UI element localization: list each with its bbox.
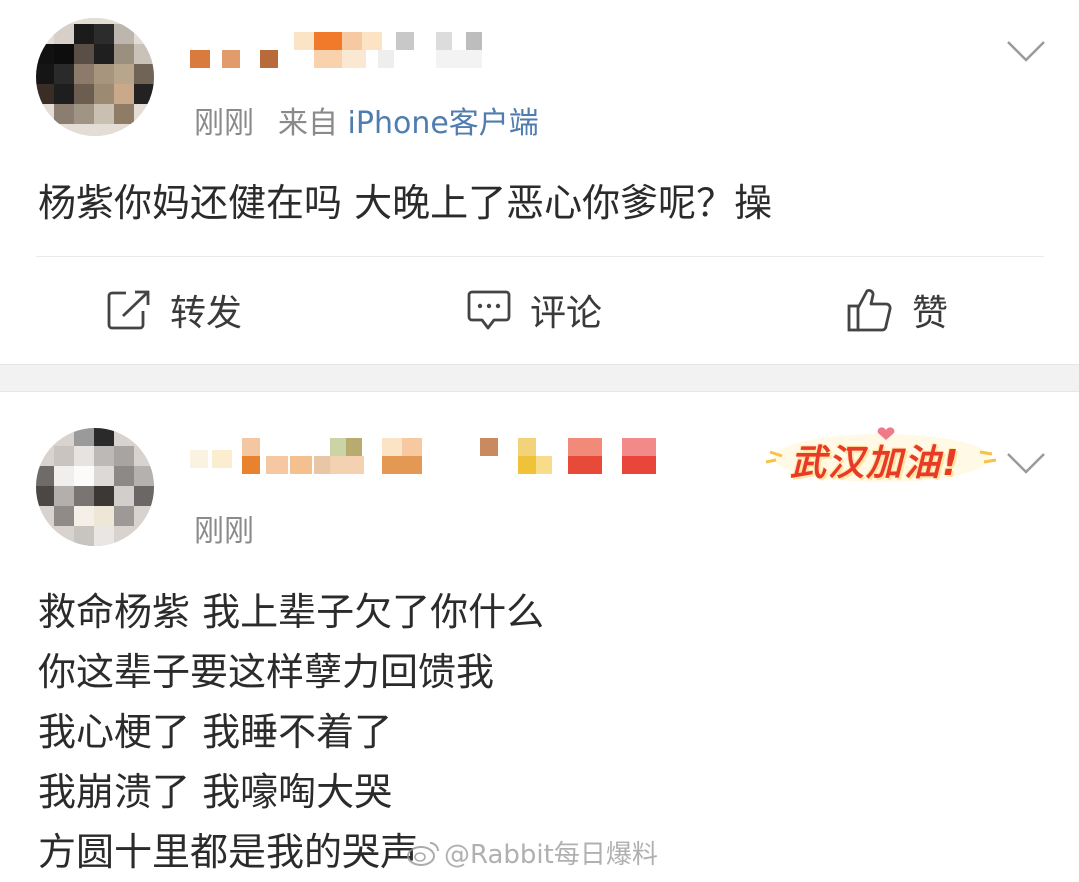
like-label: 赞 [912, 293, 949, 334]
like-button[interactable]: 赞 [846, 286, 948, 334]
post-time: 刚刚 [194, 106, 254, 141]
post-source-prefix: 来自 [278, 106, 338, 141]
content-line: 我崩溃了 我嚎啕大哭 [38, 770, 393, 814]
user-avatar[interactable] [36, 428, 154, 546]
repost-label: 转发 [170, 293, 243, 334]
post-separator [0, 364, 1079, 392]
thumbs-up-icon [847, 289, 892, 332]
comment-label: 评论 [530, 293, 603, 334]
post-meta: 刚刚 [194, 506, 254, 550]
repost-button[interactable]: 转发 [106, 286, 242, 334]
weibo-logo-icon [407, 841, 439, 866]
post-divider [36, 256, 1044, 257]
weibo-post-2: 武汉加油! 刚刚 救命杨紫 我上辈子欠了你什么 你这辈子要这样孽力回馈我 我心梗… [0, 392, 1079, 874]
content-line: 我心梗了 我睡不着了 [38, 710, 393, 754]
username-blurred[interactable] [190, 30, 670, 70]
post-source-device[interactable]: iPhone客户端 [348, 106, 539, 141]
comment-icon [467, 290, 511, 330]
chevron-down-icon[interactable] [1006, 38, 1046, 64]
content-line: 救命杨紫 我上辈子欠了你什么 [38, 590, 545, 634]
comment-button[interactable]: 评论 [466, 286, 602, 334]
user-avatar[interactable] [36, 18, 154, 136]
wuhan-jiayou-badge: 武汉加油! [762, 422, 1002, 486]
wuhan-badge-text: 武汉加油! [790, 443, 961, 484]
content-line: 你这辈子要这样孽力回馈我 [38, 650, 495, 694]
post-actions: 转发 评论 赞 [0, 258, 1079, 362]
post-content: 杨紫你妈还健在吗 大晚上了恶心你爹呢？操 [38, 181, 773, 225]
repost-icon [107, 290, 150, 330]
post-meta: 刚刚 来自 iPhone客户端 [194, 98, 539, 142]
post-time: 刚刚 [194, 514, 254, 549]
weibo-post-1: 刚刚 来自 iPhone客户端 杨紫你妈还健在吗 大晚上了恶心你爹呢？操 转发 评… [0, 0, 1079, 364]
username-blurred[interactable] [190, 436, 670, 476]
chevron-down-icon[interactable] [1006, 450, 1046, 476]
watermark: @Rabbit每日爆料 [406, 834, 658, 871]
watermark-text: @Rabbit每日爆料 [444, 840, 658, 870]
